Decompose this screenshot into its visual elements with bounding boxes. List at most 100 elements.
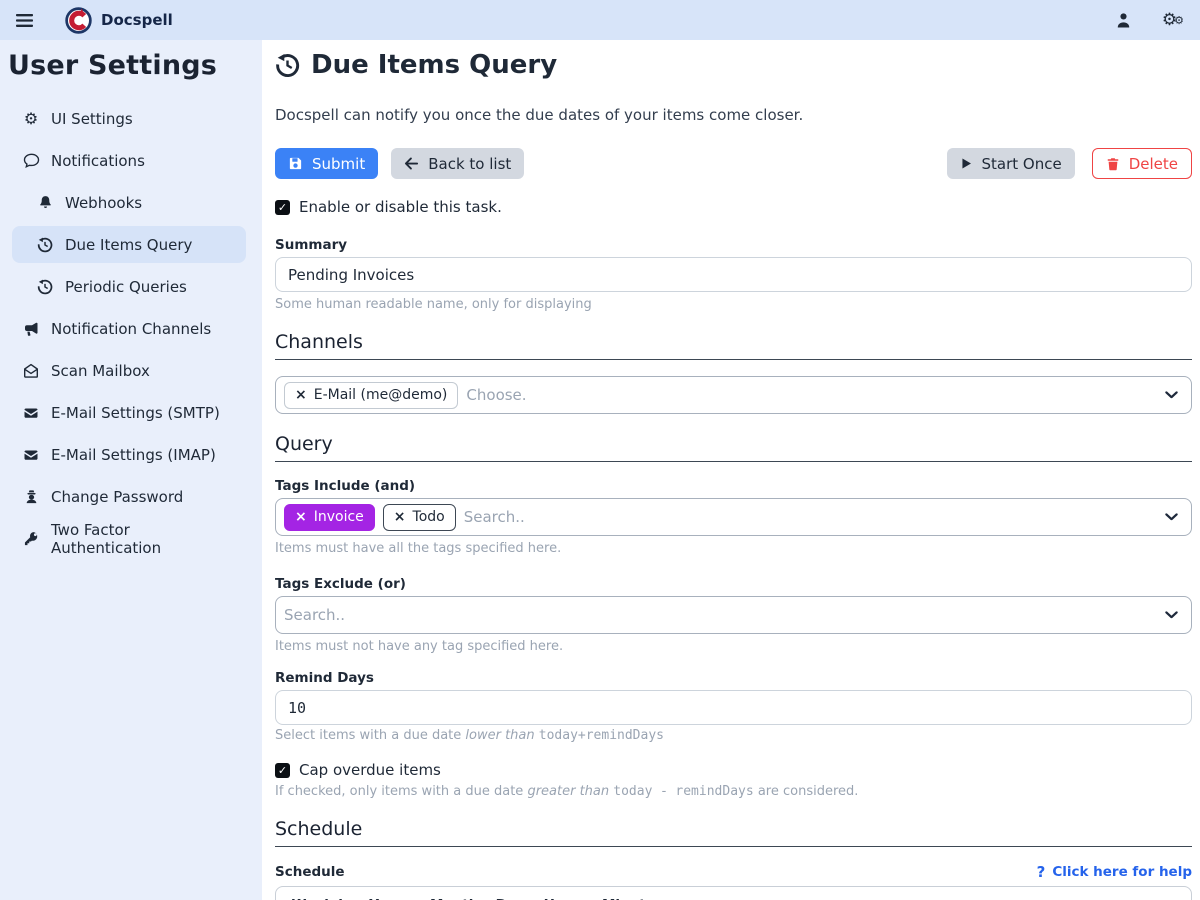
tags-include-multiselect[interactable]: × Invoice × Todo Search..	[275, 498, 1192, 536]
sidebar-item-label: UI Settings	[51, 110, 133, 128]
channel-chip-label: E-Mail (me@demo)	[314, 387, 448, 403]
app-title: Docspell	[101, 11, 173, 29]
envelope-icon	[22, 405, 40, 421]
schedule-help-link[interactable]: ? Click here for help	[1037, 863, 1192, 881]
key-icon	[22, 531, 40, 546]
page-title: Due Items Query	[275, 50, 1192, 81]
save-icon	[288, 156, 303, 171]
gear-icon: ⚙	[22, 111, 40, 127]
summary-label: Summary	[275, 237, 1192, 253]
sidebar-item-change-password[interactable]: Change Password	[12, 478, 246, 515]
history-icon	[36, 279, 54, 295]
main-content: Due Items Query Docspell can notify you …	[262, 40, 1200, 900]
sidebar-item-label: Periodic Queries	[65, 278, 187, 296]
top-navbar: Docspell ⚙⚙	[0, 0, 1200, 40]
sidebar-item-two-factor-auth[interactable]: Two Factor Authentication	[12, 520, 246, 557]
sidebar-item-label: Notifications	[51, 152, 145, 170]
channel-chip[interactable]: × E-Mail (me@demo)	[284, 382, 458, 409]
sidebar-item-scan-mailbox[interactable]: Scan Mailbox	[12, 352, 246, 389]
docspell-logo-icon	[65, 7, 92, 34]
envelope-icon	[22, 447, 40, 463]
remind-days-help: Select items with a due date lower than …	[275, 728, 1192, 743]
hamburger-menu-icon[interactable]	[16, 13, 38, 28]
channels-section-heading: Channels	[275, 332, 1192, 360]
page-title-text: Due Items Query	[311, 50, 557, 81]
tag-chip-invoice[interactable]: × Invoice	[284, 504, 375, 531]
query-section-heading: Query	[275, 434, 1192, 462]
summary-help: Some human readable name, only for displ…	[275, 297, 1192, 312]
schedule-label: Schedule	[275, 864, 345, 880]
enable-task-label: Enable or disable this task.	[299, 198, 502, 216]
submit-button[interactable]: Submit	[275, 148, 378, 179]
schedule-label-row: Schedule ? Click here for help	[275, 863, 1192, 881]
gear-small-icon: ⚙	[1174, 15, 1184, 26]
channels-multiselect[interactable]: × E-Mail (me@demo) Choose.	[275, 376, 1192, 414]
trash-icon	[1106, 157, 1120, 171]
sidebar-item-due-items-query[interactable]: Due Items Query	[12, 226, 246, 263]
remove-chip-icon[interactable]: ×	[295, 510, 307, 524]
summary-input[interactable]	[275, 257, 1192, 292]
tag-chip-todo[interactable]: × Todo	[383, 504, 456, 531]
history-icon	[275, 53, 300, 78]
schedule-table: Weekday Year Month Day Hour Minute * - *…	[275, 886, 1192, 900]
envelope-open-icon	[22, 363, 40, 379]
tags-include-label: Tags Include (and)	[275, 478, 1192, 494]
sidebar-item-email-imap[interactable]: E-Mail Settings (IMAP)	[12, 436, 246, 473]
sidebar-item-notification-channels[interactable]: Notification Channels	[12, 310, 246, 347]
user-secret-icon	[22, 489, 40, 504]
question-icon: ?	[1037, 863, 1046, 881]
channels-placeholder: Choose.	[466, 386, 526, 404]
cap-overdue-help: If checked, only items with a due date g…	[275, 784, 1192, 799]
remind-days-input[interactable]	[275, 690, 1192, 725]
settings-cogs-icon[interactable]: ⚙⚙	[1162, 12, 1184, 29]
tags-exclude-label: Tags Exclude (or)	[275, 576, 1192, 592]
sidebar-item-label: Due Items Query	[65, 236, 192, 254]
tags-include-placeholder: Search..	[464, 508, 525, 526]
action-button-row: Submit Back to list Start Once	[275, 148, 1192, 179]
sidebar-item-label: Scan Mailbox	[51, 362, 150, 380]
sidebar-item-periodic-queries[interactable]: Periodic Queries	[12, 268, 246, 305]
remove-chip-icon[interactable]: ×	[394, 510, 406, 524]
sidebar-title: User Settings	[0, 48, 262, 81]
tags-exclude-multiselect[interactable]: Search..	[275, 596, 1192, 634]
tags-exclude-help: Items must not have any tag specified he…	[275, 639, 1192, 654]
arrow-left-icon	[404, 156, 419, 171]
sidebar-item-label: Two Factor Authentication	[51, 521, 236, 557]
sidebar: User Settings ⚙ UI Settings Notification…	[0, 40, 262, 900]
chevron-down-icon[interactable]	[1165, 391, 1178, 398]
tag-chip-label: Todo	[413, 509, 445, 525]
chevron-down-icon[interactable]	[1165, 611, 1178, 618]
bell-icon	[36, 195, 54, 210]
remind-days-label: Remind Days	[275, 670, 1192, 686]
sidebar-item-notifications[interactable]: Notifications	[12, 142, 246, 179]
cap-overdue-row: ✓ Cap overdue items	[275, 761, 1192, 779]
sidebar-item-email-smtp[interactable]: E-Mail Settings (SMTP)	[12, 394, 246, 431]
tag-chip-label: Invoice	[314, 509, 364, 525]
schedule-section-heading: Schedule	[275, 819, 1192, 847]
enable-task-checkbox[interactable]: ✓	[275, 200, 290, 215]
enable-task-row: ✓ Enable or disable this task.	[275, 198, 1192, 216]
app-brand[interactable]: Docspell	[65, 7, 173, 34]
user-account-icon[interactable]	[1115, 12, 1132, 29]
sidebar-item-ui-settings[interactable]: ⚙ UI Settings	[12, 100, 246, 137]
cap-overdue-label: Cap overdue items	[299, 761, 441, 779]
tags-include-help: Items must have all the tags specified h…	[275, 541, 1192, 556]
start-once-button[interactable]: Start Once	[947, 148, 1075, 179]
remove-chip-icon[interactable]: ×	[295, 388, 307, 402]
history-icon	[36, 237, 54, 253]
delete-button[interactable]: Delete	[1092, 148, 1192, 179]
sidebar-item-label: Notification Channels	[51, 320, 211, 338]
sidebar-item-webhooks[interactable]: Webhooks	[12, 184, 246, 221]
tags-exclude-placeholder: Search..	[284, 606, 345, 624]
play-icon	[960, 157, 973, 170]
comment-icon	[22, 152, 40, 169]
sidebar-item-label: Webhooks	[65, 194, 142, 212]
sidebar-menu: ⚙ UI Settings Notifications Webhooks	[0, 100, 262, 557]
bullhorn-icon	[22, 321, 40, 337]
sidebar-item-label: E-Mail Settings (IMAP)	[51, 446, 216, 464]
cap-overdue-checkbox[interactable]: ✓	[275, 763, 290, 778]
chevron-down-icon[interactable]	[1165, 513, 1178, 520]
back-to-list-button[interactable]: Back to list	[391, 148, 524, 179]
page-description: Docspell can notify you once the due dat…	[275, 106, 1192, 124]
sidebar-item-label: E-Mail Settings (SMTP)	[51, 404, 220, 422]
